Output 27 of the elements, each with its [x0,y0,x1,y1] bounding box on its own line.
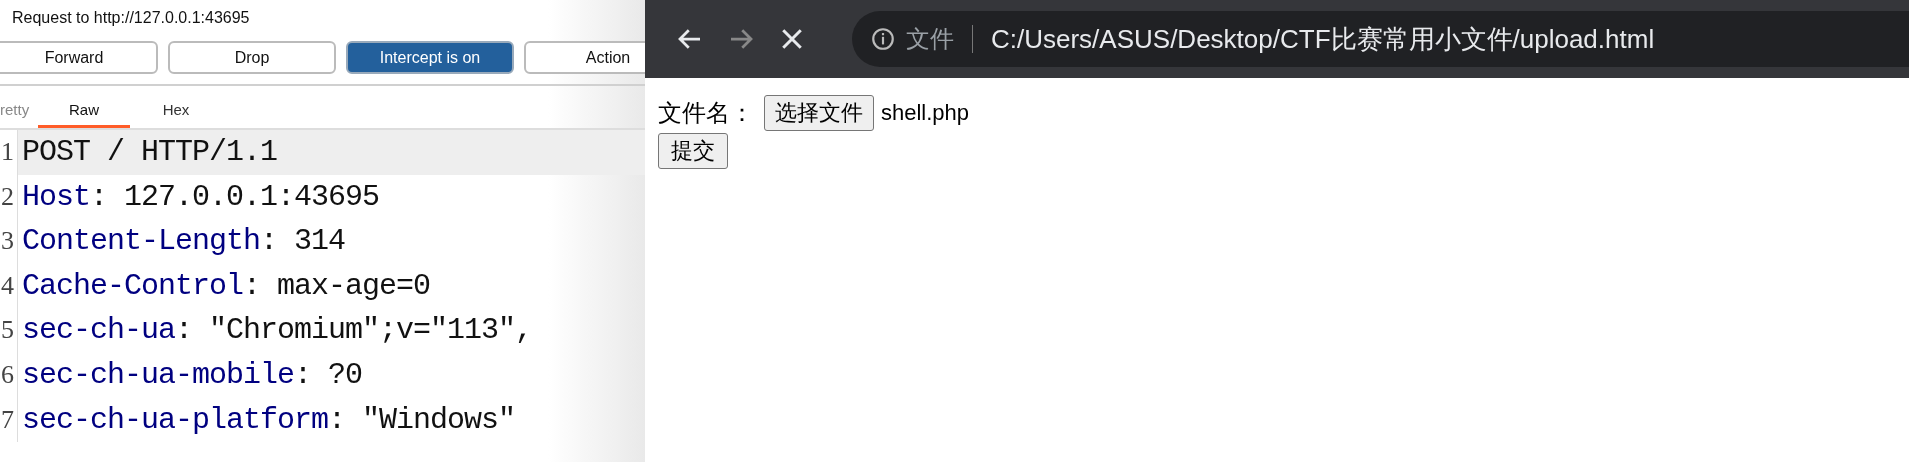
info-icon[interactable] [870,26,896,52]
line-number: 6 [0,352,18,398]
file-name: shell.php [881,100,970,126]
field-label: 文件名： [658,98,754,128]
code-line: Content-Length: 314 [21,223,347,261]
address-bar[interactable]: 文件 C:/Users/ASUS/Desktop/CTF比赛常用小文件/upload.html [852,11,1909,67]
window-title: Request to http://127.0.0.1:43695 [11,8,251,28]
line-number: 3 [0,219,18,264]
code-line: sec-ch-ua-platform: "Windows" [21,401,517,439]
intercept-toggle[interactable]: Intercept is on [346,41,514,74]
line-number: 4 [0,263,18,309]
line-number: 5 [0,308,18,353]
code-line: Cache-Control: max-age=0 [21,267,432,305]
code-line: sec-ch-ua-mobile: ?0 [21,356,364,394]
line-number: 2 [0,174,18,220]
line-number: 7 [0,397,18,443]
tab[interactable]: Hex [130,101,222,128]
url-text: C:/Users/ASUS/Desktop/CTF比赛常用小文件/upload.html [991,22,1655,56]
tab[interactable]: retty [0,101,38,128]
code-line: Host: 127.0.0.1:43695 [21,178,381,216]
toolbar-button[interactable]: Action [524,41,645,74]
toolbar-button[interactable]: Drop [168,41,336,74]
submit-button[interactable]: 提交 [658,133,728,169]
choose-file-button[interactable]: 选择文件 [764,95,874,131]
code-line: sec-ch-ua: "Chromium";v="113", [21,312,534,350]
toolbar-button[interactable]: Forward [0,41,158,74]
scheme-label: 文件 [906,24,954,54]
